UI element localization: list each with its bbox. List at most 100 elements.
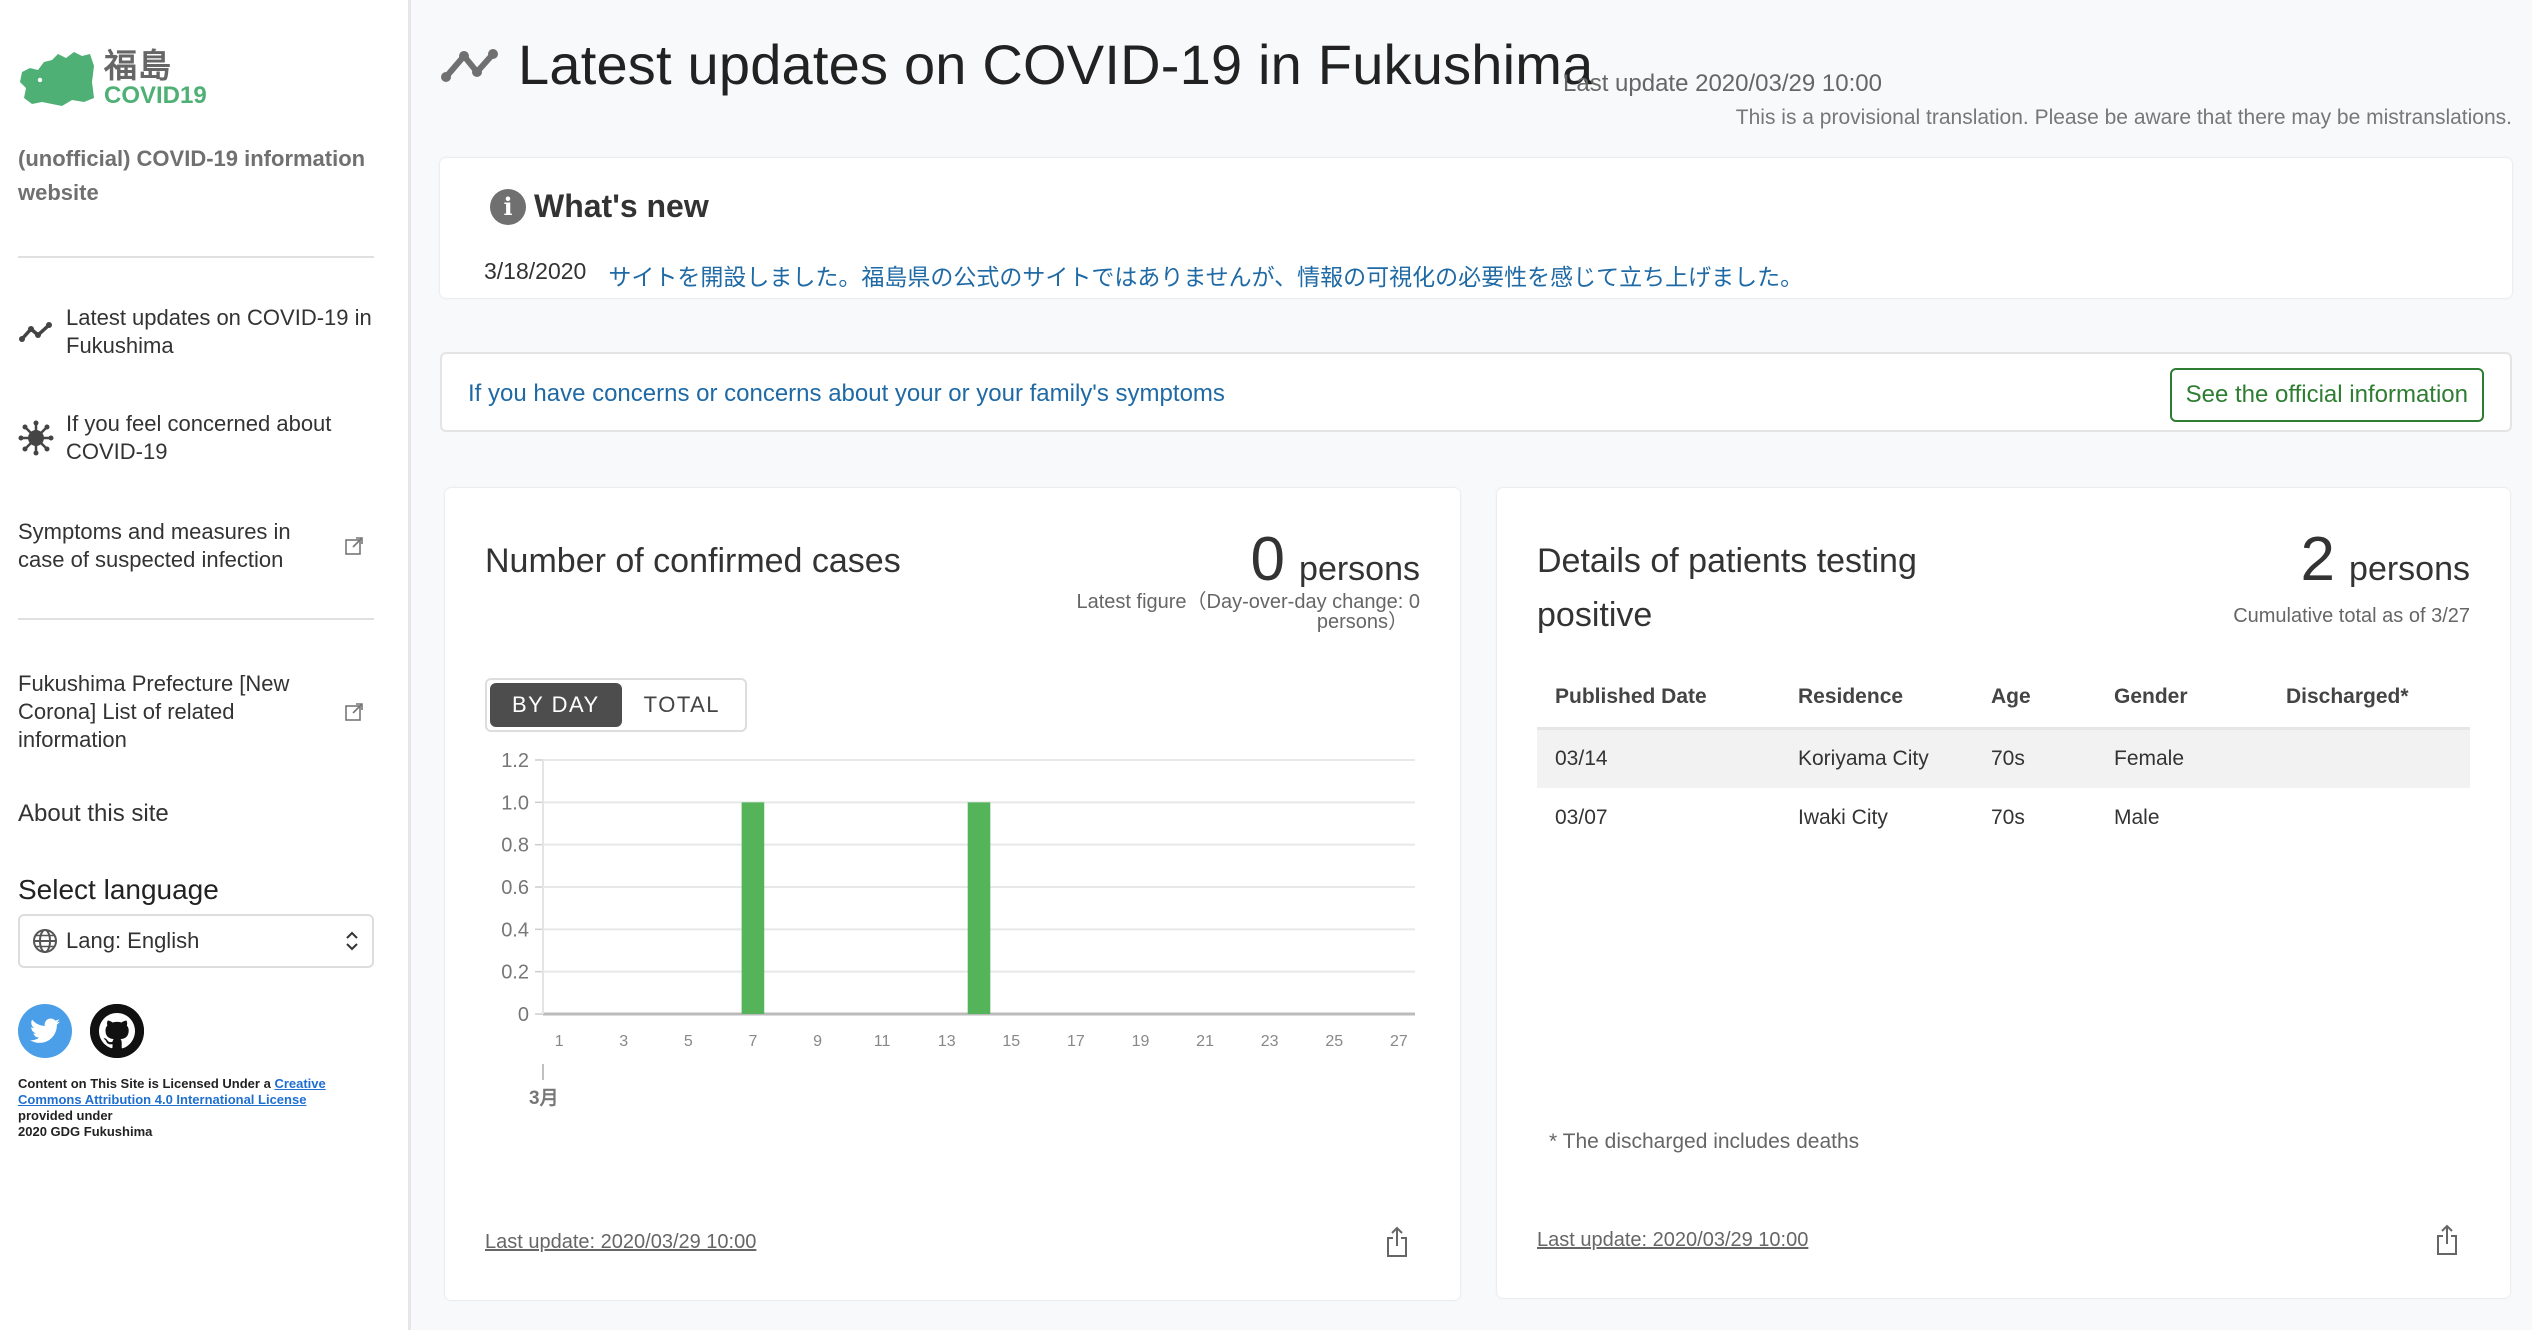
y-tick-label: 0.8 (501, 835, 529, 857)
nav-label: Fukushima Prefecture [New Corona] List o… (18, 671, 290, 752)
cell-age: 70s (1991, 806, 2025, 829)
cell-residence: Koriyama City (1780, 728, 1973, 788)
share-icon[interactable] (2434, 1224, 2460, 1256)
table-header-row: Published Date Residence Age Gender Disc… (1537, 668, 2470, 730)
language-value: Lang: English (66, 928, 200, 953)
bar-day-7 (741, 802, 765, 1014)
toggle-by-day[interactable]: BY DAY (490, 683, 622, 727)
sidebar-item-latest-updates[interactable]: Latest updates on COVID-19 in Fukushima (18, 304, 378, 360)
y-tick-label: 0.2 (501, 962, 529, 984)
sidebar-item-symptoms[interactable]: Symptoms and measures in case of suspect… (18, 518, 378, 574)
x-tick-label: 17 (1067, 1033, 1085, 1050)
trend-chart-icon (18, 314, 54, 350)
confirmed-cases-value: 0 (1250, 525, 1286, 594)
patients-title: Details of patients testing positive (1537, 534, 1917, 642)
patients-card: Details of patients testing positive 2 pe… (1497, 488, 2510, 1298)
sidebar-item-concerned[interactable]: If you feel concerned about COVID-19 (18, 410, 378, 466)
chevron-updown-icon (346, 931, 358, 951)
bar-day-14 (967, 802, 991, 1014)
patients-note: Cumulative total as of 3/27 (2233, 605, 2470, 627)
logo-subtitle: COVID19 (104, 81, 207, 109)
column-header[interactable]: Age (1973, 668, 2096, 730)
y-tick-label: 0 (518, 1004, 529, 1026)
patients-title-line2: positive (1537, 596, 1653, 634)
y-tick-label: 1.0 (501, 792, 529, 814)
x-tick-label: 3 (619, 1033, 628, 1050)
share-icon[interactable] (1384, 1226, 1410, 1258)
header-last-update: Last update 2020/03/29 10:00 (1563, 70, 1882, 97)
cell-age: 70s (1973, 728, 2096, 788)
column-header[interactable]: Gender (2096, 668, 2268, 730)
whats-new-heading: What's new (534, 188, 709, 224)
language-title: Select language (18, 874, 219, 905)
column-header[interactable]: Discharged* (2268, 668, 2470, 730)
site-description: (unofficial) COVID-19 information websit… (18, 146, 366, 205)
cell-discharged (2268, 728, 2470, 788)
page-header: Latest updates on COVID-19 in Fukushima (440, 32, 1593, 97)
license-text: Content on This Site is Licensed Under a… (18, 1076, 358, 1140)
about-link[interactable]: About this site (18, 800, 169, 828)
x-tick-label: 21 (1196, 1033, 1214, 1050)
sidebar: 福島 COVID19 (unofficial) COVID-19 informa… (0, 0, 411, 1330)
confirmed-cases-card: Number of confirmed cases 0 persons Lates… (445, 488, 1460, 1300)
column-header[interactable]: Published Date (1537, 668, 1780, 730)
github-icon[interactable] (90, 1004, 144, 1058)
external-link-icon (345, 703, 363, 721)
page-title: Latest updates on COVID-19 in Fukushima (518, 33, 1594, 96)
cell-gender: Female (2096, 728, 2268, 788)
license-provided: provided under (18, 1108, 113, 1123)
external-link-icon (345, 537, 363, 555)
sidebar-divider (18, 618, 374, 620)
patients-unit: persons (2349, 550, 2470, 588)
concerns-banner: If you have concerns or concerns about y… (440, 352, 2512, 432)
note-line-1: Latest figure（Day-over-day change: 0 (1076, 591, 1420, 613)
table-row: 03/07 Iwaki City 70s Male (1537, 788, 2470, 848)
sidebar-item-prefecture-info[interactable]: Fukushima Prefecture [New Corona] List o… (18, 670, 378, 754)
news-date: 3/18/2020 (484, 258, 587, 284)
twitter-icon[interactable] (18, 1004, 72, 1058)
cell-discharged (2268, 788, 2470, 848)
info-icon: i (490, 188, 526, 225)
patients-total: 2 persons (2301, 524, 2470, 595)
confirmed-cases-bar-chart: 00.20.40.60.81.01.21 3 5 7 9 11 13 15 17 19 21 23 25… (501, 750, 1415, 1109)
chart-mode-toggle: BY DAY TOTAL (485, 678, 748, 732)
patients-table: Published Date Residence Age Gender Disc… (1537, 668, 2470, 848)
x-tick-label: 25 (1325, 1033, 1343, 1050)
discharged-footnote: * The discharged includes deaths (1549, 1130, 1860, 1153)
toggle-total[interactable]: TOTAL (622, 683, 742, 727)
cell-gender: Male (2114, 806, 2160, 829)
x-tick-label: 7 (748, 1033, 757, 1050)
x-tick-label: 27 (1390, 1033, 1408, 1050)
news-item: 3/18/2020 サイトを開設しました。福島県の公式のサイトではありませんが、… (484, 258, 1803, 292)
translation-note: This is a provisional translation. Pleas… (1735, 106, 2512, 129)
x-tick-label: 13 (938, 1033, 956, 1050)
site-logo[interactable]: 福島 COVID19 (18, 48, 207, 108)
confirmed-cases-unit: persons (1299, 550, 1420, 588)
news-link[interactable]: サイトを開設しました。福島県の公式のサイトではありませんが、情報の可視化の必要性… (608, 258, 1803, 292)
logo-kanji: 福島 (104, 46, 172, 84)
globe-icon (33, 929, 57, 953)
patients-title-line1: Details of patients testing (1537, 542, 1917, 580)
y-tick-label: 0.6 (501, 877, 529, 899)
x-tick-label: 23 (1261, 1033, 1279, 1050)
cell-date: 03/14 (1537, 728, 1780, 788)
social-links (18, 1004, 144, 1058)
cell-date: 03/07 (1555, 806, 1608, 829)
nav-label: Latest updates on COVID-19 in Fukushima (66, 305, 372, 358)
confirmed-cases-note: Latest figure（Day-over-day change: 0 per… (1076, 592, 1420, 632)
table-row: 03/14 Koriyama City 70s Female (1537, 728, 2470, 788)
confirmed-cases-total: 0 persons (1251, 524, 1420, 595)
nav-label: Symptoms and measures in case of suspect… (18, 519, 291, 572)
patients-last-update[interactable]: Last update: 2020/03/29 10:00 (1537, 1229, 1808, 1252)
nav-label: If you feel concerned about COVID-19 (66, 411, 332, 464)
license-owner: 2020 GDG Fukushima (18, 1124, 153, 1139)
column-header[interactable]: Residence (1780, 668, 1973, 730)
x-tick-label: 5 (684, 1033, 693, 1050)
official-info-button[interactable]: See the official information (2169, 368, 2484, 422)
virus-icon (18, 420, 54, 456)
sidebar-divider (18, 256, 374, 258)
chart-last-update[interactable]: Last update: 2020/03/29 10:00 (485, 1231, 756, 1254)
x-tick-label: 1 (555, 1033, 564, 1050)
concerns-link[interactable]: If you have concerns or concerns about y… (468, 380, 1225, 408)
language-select[interactable]: Lang: English (18, 914, 374, 968)
